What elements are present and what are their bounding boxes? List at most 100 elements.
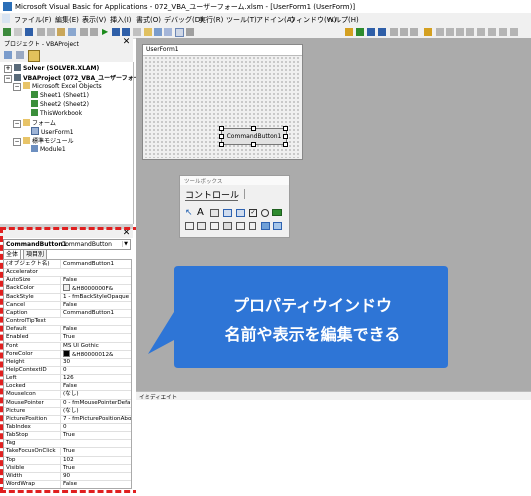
save-icon[interactable] bbox=[25, 28, 33, 36]
select-pointer-icon[interactable]: ↖ bbox=[185, 209, 193, 218]
tree-item-modules[interactable]: − 標準モジュール bbox=[13, 136, 74, 146]
resize-handle[interactable] bbox=[251, 142, 256, 147]
center-icon[interactable] bbox=[488, 28, 496, 36]
vba-menu-icon[interactable] bbox=[2, 14, 10, 23]
break-icon[interactable] bbox=[112, 28, 120, 36]
property-value[interactable]: True bbox=[60, 447, 131, 456]
tab-categorized[interactable]: 項目別 bbox=[23, 249, 48, 259]
bring-front-icon[interactable] bbox=[436, 28, 444, 36]
menu-view[interactable]: 表示(V) bbox=[82, 15, 106, 25]
collapse-minus-icon[interactable]: − bbox=[13, 83, 21, 91]
multipage-tool-icon[interactable] bbox=[223, 222, 232, 230]
menu-help[interactable]: ヘルプ(H) bbox=[327, 15, 359, 25]
tabstrip-tool-icon[interactable] bbox=[210, 222, 219, 230]
menu-tools[interactable]: ツール(T) bbox=[226, 15, 257, 25]
spinbutton-tool-icon[interactable] bbox=[249, 222, 256, 230]
toolbox-window[interactable]: ツールボックス コントロール ↖ A ✓ bbox=[179, 175, 290, 238]
listbox-tool-icon[interactable] bbox=[236, 209, 245, 217]
resize-handle[interactable] bbox=[219, 142, 224, 147]
refedit-tool-icon[interactable] bbox=[273, 222, 282, 230]
collapse-minus-icon[interactable]: − bbox=[13, 138, 21, 146]
userform-window[interactable]: UserForm1 CommandButton1 bbox=[142, 44, 303, 160]
checkbox-tool-icon[interactable]: ✓ bbox=[249, 209, 257, 217]
resize-handle[interactable] bbox=[219, 126, 224, 131]
frame-tool-icon[interactable] bbox=[185, 222, 194, 230]
tree-item-userform1[interactable]: UserForm1 bbox=[31, 127, 74, 136]
property-value[interactable]: True bbox=[60, 333, 131, 342]
property-value[interactable]: (なし) bbox=[60, 406, 131, 415]
view-object-icon[interactable] bbox=[16, 51, 24, 59]
property-value[interactable]: True bbox=[60, 431, 131, 440]
textbox-tool-icon[interactable] bbox=[210, 209, 219, 217]
paste-icon[interactable] bbox=[57, 28, 65, 36]
property-value[interactable]: (なし) bbox=[60, 390, 131, 399]
tree-item-solver[interactable]: + Solver (SOLVER.XLAM) bbox=[4, 64, 99, 73]
property-value[interactable]: True bbox=[60, 463, 131, 472]
label-tool-icon[interactable]: A bbox=[197, 208, 205, 218]
image-tool-icon[interactable] bbox=[261, 222, 270, 230]
zoom-icon[interactable] bbox=[510, 28, 518, 36]
close-icon[interactable]: ✕ bbox=[122, 229, 131, 238]
resize-handle[interactable] bbox=[219, 134, 224, 139]
collapse-minus-icon[interactable]: − bbox=[4, 75, 12, 83]
step-out-icon[interactable] bbox=[410, 28, 418, 36]
commandbutton-tool-icon[interactable] bbox=[197, 222, 206, 230]
close-icon[interactable]: ✕ bbox=[122, 38, 131, 47]
debug-reset-icon[interactable] bbox=[378, 28, 386, 36]
toolbox-icon[interactable] bbox=[175, 28, 184, 37]
property-value[interactable]: False bbox=[60, 480, 131, 488]
edit-toolbar-icon[interactable] bbox=[345, 28, 353, 36]
properties-window-icon[interactable] bbox=[154, 28, 162, 36]
expand-plus-icon[interactable]: + bbox=[4, 65, 12, 73]
property-value[interactable]: 102 bbox=[60, 455, 131, 464]
property-value[interactable]: 7 - fmPicturePositionAbove bbox=[60, 414, 131, 423]
property-value[interactable]: MS UI Gothic bbox=[60, 341, 131, 350]
chevron-down-icon[interactable]: ▼ bbox=[122, 241, 129, 247]
resize-handle[interactable] bbox=[251, 126, 256, 131]
view-excel-icon[interactable] bbox=[3, 28, 11, 36]
copy-icon[interactable] bbox=[47, 28, 55, 36]
debug-break-icon[interactable] bbox=[367, 28, 375, 36]
togglebutton-tool-icon[interactable] bbox=[272, 209, 282, 216]
menu-insert[interactable]: 挿入(I) bbox=[110, 15, 132, 25]
menu-run[interactable]: 実行(R) bbox=[199, 15, 223, 25]
resize-handle[interactable] bbox=[283, 134, 288, 139]
object-browser-icon[interactable] bbox=[164, 28, 172, 36]
property-value[interactable]: False bbox=[60, 276, 131, 285]
reset-icon[interactable] bbox=[122, 28, 130, 36]
tree-item-module1[interactable]: Module1 bbox=[31, 145, 66, 154]
property-value[interactable]: 0 bbox=[60, 423, 131, 431]
ungroup-icon[interactable] bbox=[466, 28, 474, 36]
step-into-icon[interactable] bbox=[390, 28, 398, 36]
toggle-folders-icon[interactable] bbox=[28, 50, 40, 62]
menu-debug[interactable]: デバッグ(D) bbox=[164, 15, 203, 25]
project-explorer-icon[interactable] bbox=[144, 28, 152, 36]
tree-item-thisworkbook[interactable]: ThisWorkbook bbox=[31, 109, 82, 118]
tree-item-forms[interactable]: − フォーム bbox=[13, 118, 56, 128]
redo-icon[interactable] bbox=[90, 28, 98, 36]
combobox-tool-icon[interactable] bbox=[223, 209, 232, 217]
menu-format[interactable]: 書式(O) bbox=[136, 15, 161, 25]
property-value[interactable]: 30 bbox=[60, 357, 131, 366]
property-value[interactable]: 126 bbox=[60, 374, 131, 383]
tab-alphabetic[interactable]: 全体 bbox=[3, 249, 22, 259]
property-value[interactable]: CommandButton1 bbox=[60, 260, 131, 268]
tree-item-vbaproject[interactable]: − VBAProject (072_VBA_ユーザーフォー bbox=[4, 73, 140, 83]
step-over-icon[interactable] bbox=[400, 28, 408, 36]
property-value[interactable]: 0 - fmMousePointerDefault bbox=[60, 398, 131, 407]
send-back-icon[interactable] bbox=[446, 28, 454, 36]
undo-icon[interactable] bbox=[80, 28, 88, 36]
property-value[interactable]: False bbox=[60, 325, 131, 334]
userform-toolbar-icon[interactable] bbox=[424, 28, 432, 36]
immediate-window[interactable] bbox=[136, 400, 531, 496]
tree-item-sheet2[interactable]: Sheet2 (Sheet2) bbox=[31, 100, 89, 109]
run-icon[interactable]: ▶ bbox=[102, 28, 110, 36]
find-icon[interactable] bbox=[68, 28, 76, 36]
design-mode-icon[interactable] bbox=[133, 28, 141, 36]
collapse-minus-icon[interactable]: − bbox=[13, 120, 21, 128]
make-same-size-icon[interactable] bbox=[499, 28, 507, 36]
cut-icon[interactable] bbox=[37, 28, 45, 36]
optionbutton-tool-icon[interactable] bbox=[261, 209, 269, 217]
resize-handle[interactable] bbox=[283, 142, 288, 147]
tree-item-sheet1[interactable]: Sheet1 (Sheet1) bbox=[31, 91, 89, 100]
